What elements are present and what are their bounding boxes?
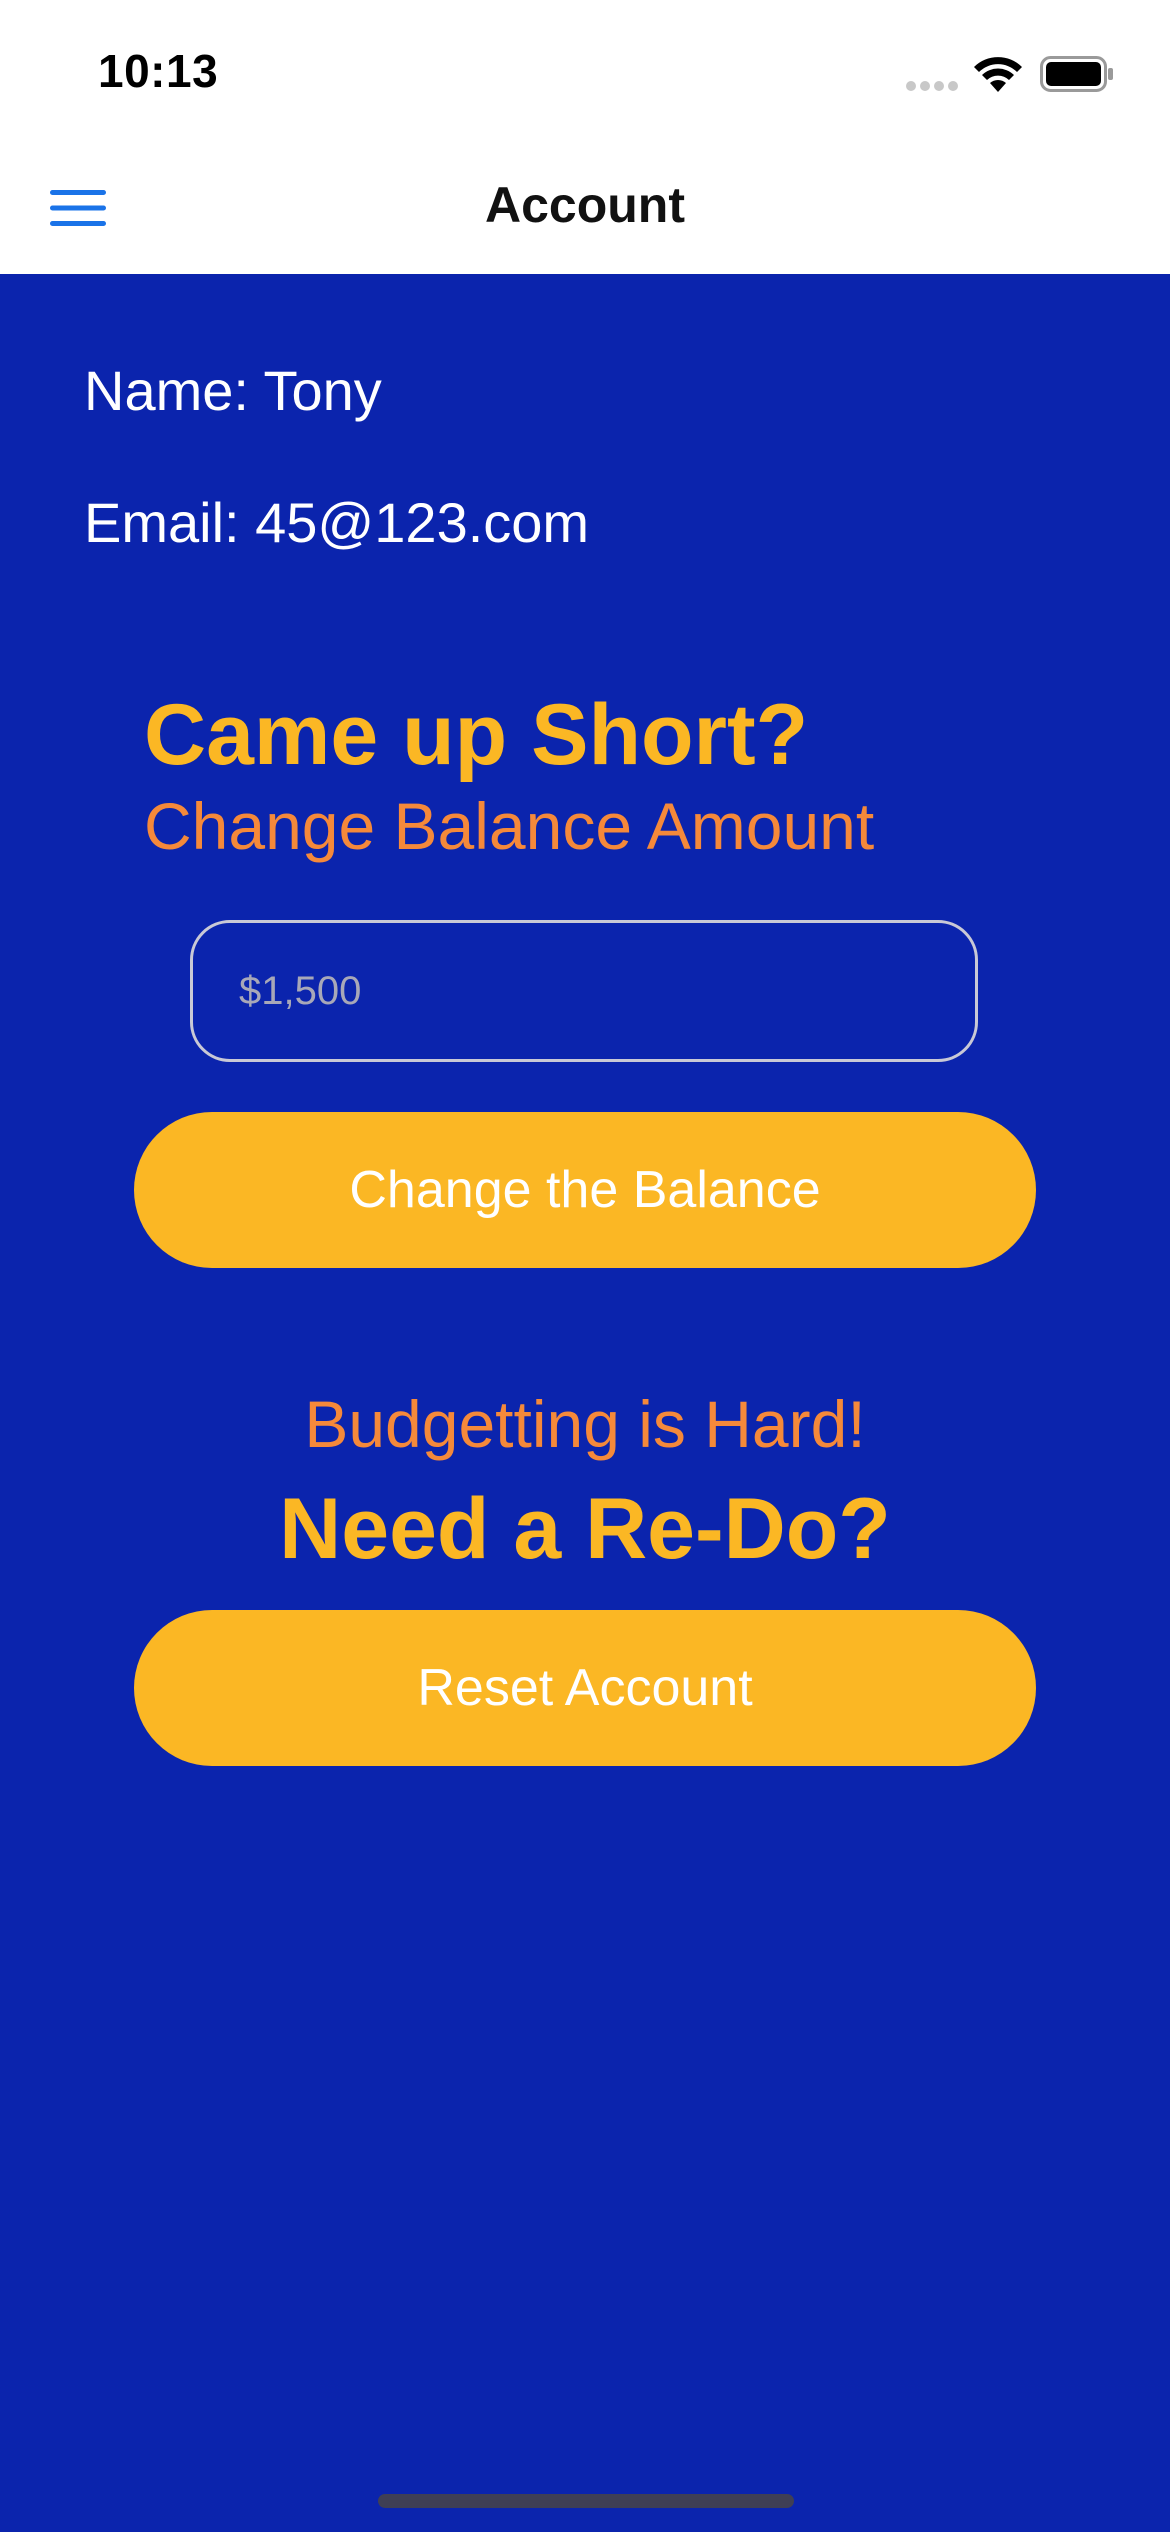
balance-heading: Came up Short?	[144, 687, 809, 783]
cellular-signal-icon	[906, 81, 958, 91]
home-indicator[interactable]	[378, 2494, 794, 2508]
wifi-icon	[974, 57, 1022, 92]
page-title: Account	[485, 177, 685, 233]
status-time: 10:13	[98, 45, 219, 97]
reset-account-button[interactable]: Reset Account	[134, 1610, 1036, 1766]
account-screen: 10:13 Account Name: Tony Email: 45@123.c…	[0, 0, 1170, 2532]
account-email: Email: 45@123.com	[84, 491, 590, 554]
status-bar: 10:13	[0, 0, 1170, 140]
reset-heading: Need a Re-Do?	[279, 1481, 891, 1577]
account-content: Name: Tony Email: 45@123.com Came up Sho…	[0, 274, 1170, 2532]
change-balance-button[interactable]: Change the Balance	[134, 1112, 1036, 1268]
balance-amount-input[interactable]	[190, 920, 978, 1062]
account-name: Name: Tony	[84, 359, 382, 422]
battery-icon	[1040, 56, 1113, 92]
balance-subheading: Change Balance Amount	[144, 789, 875, 863]
navigation-bar: Account	[0, 140, 1170, 274]
reset-subheading: Budgetting is Hard!	[304, 1387, 866, 1461]
